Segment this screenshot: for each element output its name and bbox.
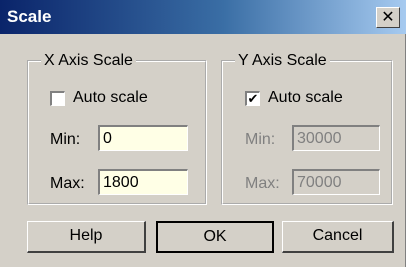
x-auto-scale-label: Auto scale — [73, 89, 148, 106]
x-auto-scale-checkbox[interactable] — [50, 91, 65, 106]
title-bar[interactable]: Scale ✕ — [0, 0, 406, 34]
y-auto-scale-checkbox[interactable]: ✔ — [245, 91, 260, 106]
x-min-label: Min: — [50, 131, 81, 148]
x-min-field[interactable] — [98, 125, 188, 151]
close-button[interactable]: ✕ — [376, 7, 400, 28]
x-max-field[interactable] — [98, 169, 188, 195]
y-max-field[interactable] — [292, 169, 380, 195]
y-axis-scale-legend: Y Axis Scale — [238, 52, 327, 69]
checkmark-icon: ✔ — [247, 91, 259, 106]
ok-button[interactable]: OK — [156, 221, 274, 253]
y-auto-scale-label: Auto scale — [268, 89, 343, 106]
y-min-label: Min: — [245, 131, 276, 148]
x-axis-scale-legend: X Axis Scale — [44, 52, 133, 69]
x-max-label: Max: — [50, 175, 85, 192]
y-max-label: Max: — [245, 175, 280, 192]
cancel-button[interactable]: Cancel — [282, 221, 394, 253]
window-title: Scale — [7, 7, 52, 26]
y-min-field[interactable] — [292, 125, 380, 151]
scale-dialog: Scale ✕ X Axis Scale Auto scale Min: Max… — [0, 0, 406, 267]
close-icon: ✕ — [381, 9, 395, 26]
help-button[interactable]: Help — [27, 221, 146, 253]
